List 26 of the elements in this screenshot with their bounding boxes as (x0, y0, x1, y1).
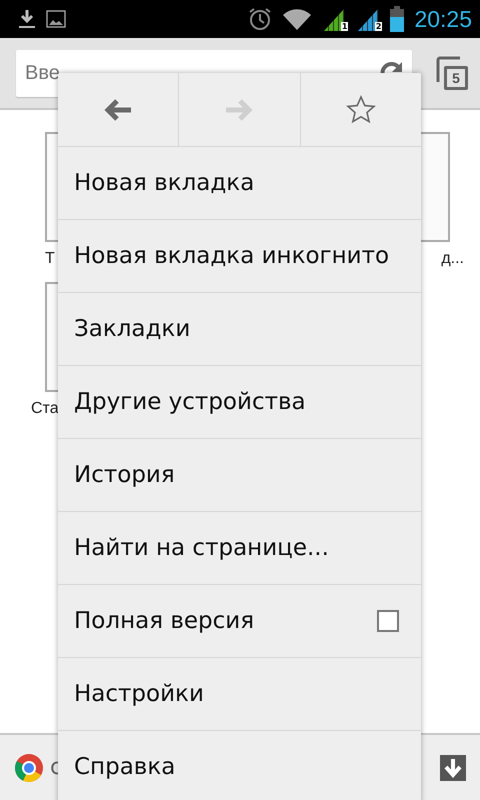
wifi-icon (282, 7, 312, 31)
menu-item[interactable]: Настройки (58, 658, 421, 731)
back-arrow-icon (103, 98, 134, 122)
clock-time: 20:25 (414, 6, 472, 32)
menu-item[interactable]: Полная версия (58, 585, 421, 658)
image-icon (46, 10, 66, 28)
menu-item[interactable]: История (58, 439, 421, 512)
thumbnail-caption: Ста (31, 400, 59, 418)
menu-item[interactable]: Справка (58, 731, 421, 800)
menu-item[interactable]: Закладки (58, 293, 421, 366)
thumbnail-caption: д... (441, 250, 464, 268)
menu-item[interactable]: Новая вкладка (58, 147, 421, 220)
download-icon (18, 9, 36, 29)
menu-item-label: Полная версия (74, 608, 256, 634)
signal-icon (356, 7, 380, 31)
menu-item[interactable]: Найти на странице... (58, 512, 421, 585)
star-icon (346, 94, 376, 124)
menu-item[interactable]: Новая вкладка инкогнито (58, 220, 421, 293)
alarm-icon (248, 7, 272, 31)
forward-arrow-icon (224, 98, 254, 122)
download-icon[interactable] (440, 754, 466, 780)
menu-item[interactable]: Другие устройства (58, 366, 421, 439)
thumbnail-caption: Т (45, 250, 55, 268)
checkbox[interactable] (377, 610, 399, 632)
chrome-logo-icon (14, 752, 44, 782)
battery-icon (390, 6, 404, 32)
